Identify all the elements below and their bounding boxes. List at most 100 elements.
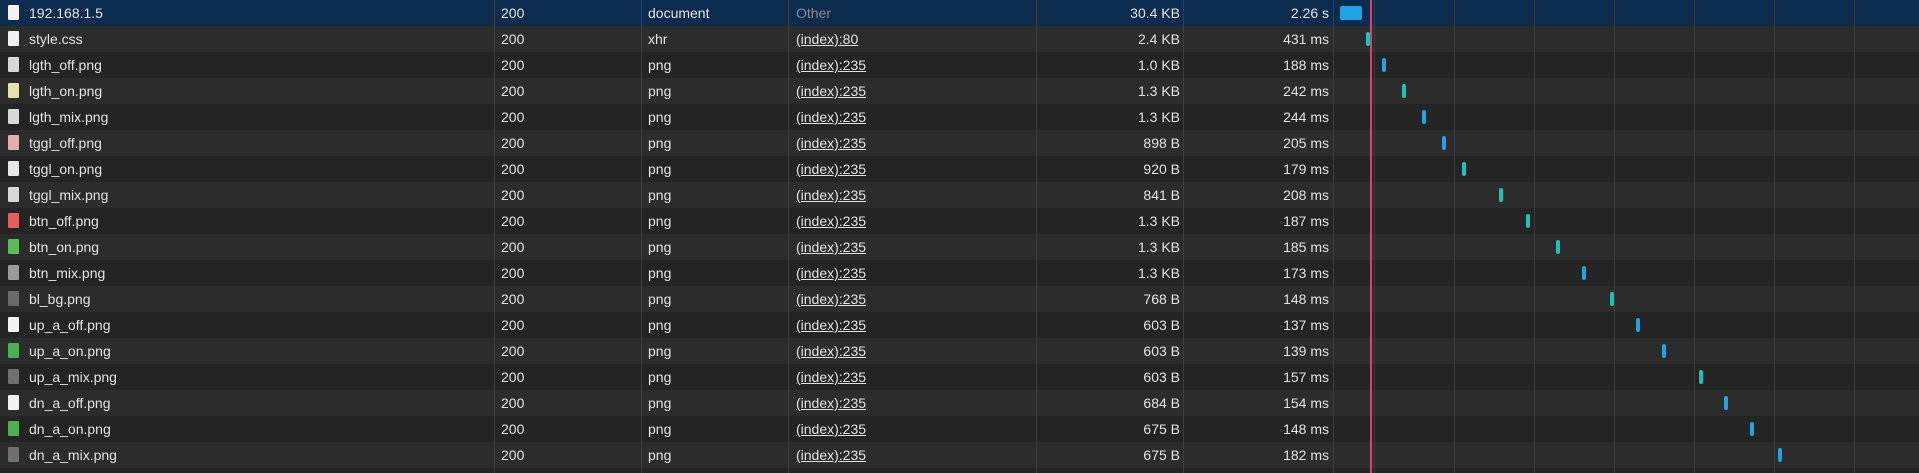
initiator-cell[interactable]: (index):235 bbox=[796, 130, 1036, 156]
initiator-link[interactable]: (index):235 bbox=[796, 291, 866, 307]
name-cell[interactable]: dn_a_mix.png bbox=[0, 442, 494, 468]
name-cell[interactable]: 192.168.1.5 bbox=[0, 0, 494, 26]
size-cell: 898 B bbox=[1143, 135, 1180, 151]
name-cell[interactable]: btn_on.png bbox=[0, 234, 494, 260]
arrow-down-on-icon bbox=[8, 421, 19, 436]
name-cell[interactable]: dn_a_on.png bbox=[0, 416, 494, 442]
waterfall-bar[interactable] bbox=[1526, 214, 1530, 228]
waterfall-bar[interactable] bbox=[1402, 84, 1406, 98]
time-cell: 187 ms bbox=[1283, 213, 1329, 229]
type-cell: document bbox=[648, 5, 710, 21]
type-cell: png bbox=[648, 161, 672, 177]
initiator-link[interactable]: (index):235 bbox=[796, 57, 866, 73]
waterfall-gridline bbox=[1614, 0, 1615, 473]
initiator-link[interactable]: (index):235 bbox=[796, 421, 866, 437]
initiator-link[interactable]: (index):235 bbox=[796, 369, 866, 385]
waterfall-gridline bbox=[1454, 0, 1455, 473]
waterfall-bar[interactable] bbox=[1582, 266, 1586, 280]
name-cell[interactable]: lgth_mix.png bbox=[0, 104, 494, 130]
column-divider-name[interactable] bbox=[494, 0, 495, 473]
button-on-icon bbox=[8, 239, 19, 254]
initiator-link[interactable]: (index):235 bbox=[796, 343, 866, 359]
initiator-cell[interactable]: (index):235 bbox=[796, 286, 1036, 312]
initiator-link[interactable]: (index):235 bbox=[796, 447, 866, 463]
request-name: lgth_off.png bbox=[29, 57, 102, 73]
name-cell[interactable]: up_a_off.png bbox=[0, 312, 494, 338]
initiator-cell[interactable]: (index):235 bbox=[796, 208, 1036, 234]
name-cell[interactable]: lgth_on.png bbox=[0, 78, 494, 104]
initiator-link[interactable]: (index):235 bbox=[796, 187, 866, 203]
initiator-cell[interactable]: (index):235 bbox=[796, 390, 1036, 416]
size-cell: 603 B bbox=[1143, 343, 1180, 359]
status-cell: 200 bbox=[501, 187, 525, 203]
waterfall-bar[interactable] bbox=[1724, 396, 1728, 410]
name-cell[interactable]: btn_mix.png bbox=[0, 260, 494, 286]
column-divider-initiator[interactable] bbox=[1036, 0, 1037, 473]
name-cell[interactable]: tggl_mix.png bbox=[0, 182, 494, 208]
waterfall-bar[interactable] bbox=[1442, 136, 1446, 150]
type-cell: png bbox=[648, 109, 672, 125]
name-cell[interactable]: style.css bbox=[0, 26, 494, 52]
request-name: tggl_mix.png bbox=[29, 187, 109, 203]
name-cell[interactable]: up_a_on.png bbox=[0, 338, 494, 364]
initiator-link[interactable]: (index):235 bbox=[796, 213, 866, 229]
name-cell[interactable]: lgth_off.png bbox=[0, 52, 494, 78]
initiator-cell[interactable]: (index):235 bbox=[796, 182, 1036, 208]
initiator-link[interactable]: (index):235 bbox=[796, 83, 866, 99]
status-cell: 200 bbox=[501, 447, 525, 463]
name-cell[interactable]: bl_bg.png bbox=[0, 286, 494, 312]
waterfall-bar[interactable] bbox=[1610, 292, 1614, 306]
name-cell[interactable]: up_a_mix.png bbox=[0, 364, 494, 390]
waterfall-bar[interactable] bbox=[1422, 110, 1426, 124]
waterfall-bar[interactable] bbox=[1662, 344, 1666, 358]
waterfall-bar[interactable] bbox=[1462, 162, 1466, 176]
waterfall-bar[interactable] bbox=[1778, 448, 1782, 462]
initiator-link[interactable]: (index):235 bbox=[796, 265, 866, 281]
time-cell: 208 ms bbox=[1283, 187, 1329, 203]
initiator-link[interactable]: (index):235 bbox=[796, 317, 866, 333]
initiator-link[interactable]: (index):235 bbox=[796, 161, 866, 177]
initiator-cell[interactable]: (index):235 bbox=[796, 78, 1036, 104]
column-divider-size[interactable] bbox=[1183, 0, 1184, 473]
waterfall-bar[interactable] bbox=[1636, 318, 1640, 332]
initiator-cell[interactable]: (index):235 bbox=[796, 416, 1036, 442]
initiator-cell[interactable]: (index):235 bbox=[796, 52, 1036, 78]
waterfall-gridline bbox=[1854, 0, 1855, 473]
initiator-cell[interactable]: (index):235 bbox=[796, 260, 1036, 286]
waterfall-bar[interactable] bbox=[1499, 188, 1503, 202]
initiator-link[interactable]: (index):235 bbox=[796, 109, 866, 125]
initiator-cell[interactable]: (index):235 bbox=[796, 338, 1036, 364]
waterfall-gridline bbox=[1774, 0, 1775, 473]
column-divider-status[interactable] bbox=[641, 0, 642, 473]
column-divider-type[interactable] bbox=[788, 0, 789, 473]
initiator-cell[interactable]: (index):235 bbox=[796, 156, 1036, 182]
initiator-cell[interactable]: (index):235 bbox=[796, 312, 1036, 338]
name-cell[interactable]: tggl_on.png bbox=[0, 156, 494, 182]
name-cell[interactable]: tggl_off.png bbox=[0, 130, 494, 156]
waterfall-bar[interactable] bbox=[1750, 422, 1754, 436]
name-cell[interactable]: btn_off.png bbox=[0, 208, 494, 234]
request-name: up_a_mix.png bbox=[29, 369, 117, 385]
waterfall-bar[interactable] bbox=[1699, 370, 1703, 384]
waterfall-bar[interactable] bbox=[1366, 32, 1370, 46]
initiator-cell[interactable]: (index):235 bbox=[796, 104, 1036, 130]
initiator-cell[interactable]: (index):235 bbox=[796, 364, 1036, 390]
size-cell: 1.3 KB bbox=[1137, 213, 1180, 229]
initiator-cell[interactable]: (index):235 bbox=[796, 442, 1036, 468]
initiator-link[interactable]: (index):80 bbox=[796, 31, 858, 47]
initiator-link[interactable]: (index):235 bbox=[796, 395, 866, 411]
arrow-up-on-icon bbox=[8, 343, 19, 358]
initiator-link[interactable]: (index):235 bbox=[796, 239, 866, 255]
status-cell: 200 bbox=[501, 83, 525, 99]
type-cell: png bbox=[648, 421, 672, 437]
initiator-cell[interactable]: (index):235 bbox=[796, 234, 1036, 260]
initiator-link[interactable]: (index):235 bbox=[796, 135, 866, 151]
waterfall-bar[interactable] bbox=[1556, 240, 1560, 254]
name-cell[interactable]: dn_a_off.png bbox=[0, 390, 494, 416]
size-cell: 1.0 KB bbox=[1137, 57, 1180, 73]
waterfall-bar[interactable] bbox=[1340, 6, 1362, 20]
initiator-cell[interactable]: (index):80 bbox=[796, 26, 1036, 52]
type-cell: xhr bbox=[648, 31, 668, 47]
waterfall-bar[interactable] bbox=[1382, 58, 1386, 72]
waterfall-gridline bbox=[1534, 0, 1535, 473]
